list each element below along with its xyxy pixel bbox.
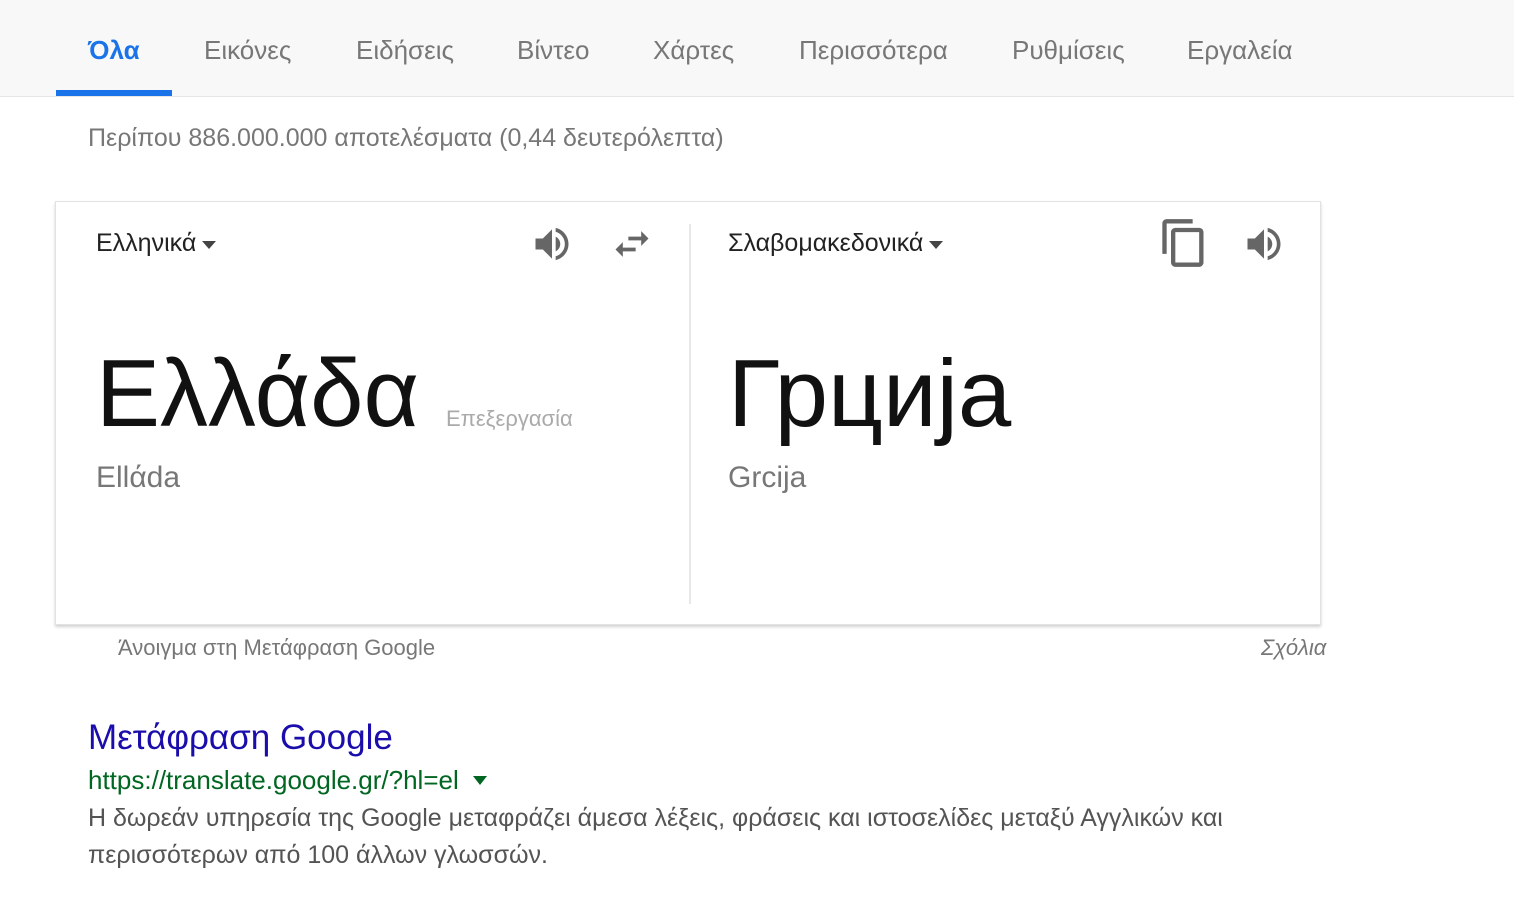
tab-maps[interactable]: Χάρτες xyxy=(653,34,734,66)
chevron-down-icon[interactable] xyxy=(472,776,487,785)
tab-settings[interactable]: Ρυθμίσεις xyxy=(1012,34,1125,66)
target-text: Грција xyxy=(728,340,1012,447)
result-url: https://translate.google.gr/?hl=el xyxy=(88,765,459,795)
source-language-select[interactable]: Ελληνικά xyxy=(96,229,217,258)
feedback-link[interactable]: Σχόλια xyxy=(1261,635,1326,661)
tab-images[interactable]: Εικόνες xyxy=(204,34,291,66)
active-tab-indicator xyxy=(56,90,172,96)
result-stats: Περίπου 886.000.000 αποτελέσματα (0,44 δ… xyxy=(88,124,724,152)
speaker-icon[interactable] xyxy=(530,222,574,266)
translate-card: Ελληνικά Σλαβομακεδονικά Ελλάδα Επεξεργα… xyxy=(55,201,1321,625)
result-snippet: Η δωρεάν υπηρεσία της Google μεταφράζει … xyxy=(88,804,1223,869)
search-nav-bar: Όλα Εικόνες Ειδήσεις Βίντεο Χάρτες Περισ… xyxy=(0,0,1514,97)
swap-icon[interactable] xyxy=(610,222,654,266)
target-language-label: Σλαβομακεδονικά xyxy=(728,229,924,257)
tab-all[interactable]: Όλα xyxy=(88,34,140,66)
source-language-label: Ελληνικά xyxy=(96,229,197,257)
source-text: Ελλάδα xyxy=(96,340,420,447)
panel-divider xyxy=(689,224,691,604)
chevron-down-icon xyxy=(202,240,217,249)
tab-tools[interactable]: Εργαλεία xyxy=(1187,34,1293,66)
source-transliteration: Ellάda xyxy=(96,461,181,494)
result-title-link[interactable]: Μετάφραση Google xyxy=(88,718,393,758)
tab-videos[interactable]: Βίντεο xyxy=(517,34,589,66)
tab-more[interactable]: Περισσότερα xyxy=(799,34,948,66)
result-url-row: https://translate.google.gr/?hl=el xyxy=(88,765,487,796)
target-language-select[interactable]: Σλαβομακεδονικά xyxy=(728,229,944,258)
chevron-down-icon xyxy=(929,240,944,249)
copy-icon[interactable] xyxy=(1158,216,1210,270)
edit-source-link[interactable]: Επεξεργασία xyxy=(446,406,573,432)
speaker-icon[interactable] xyxy=(1242,222,1286,266)
target-transliteration: Grcija xyxy=(728,461,807,494)
tab-news[interactable]: Ειδήσεις xyxy=(356,34,454,66)
open-in-translate-link[interactable]: Άνοιγμα στη Μετάφραση Google xyxy=(118,635,435,661)
